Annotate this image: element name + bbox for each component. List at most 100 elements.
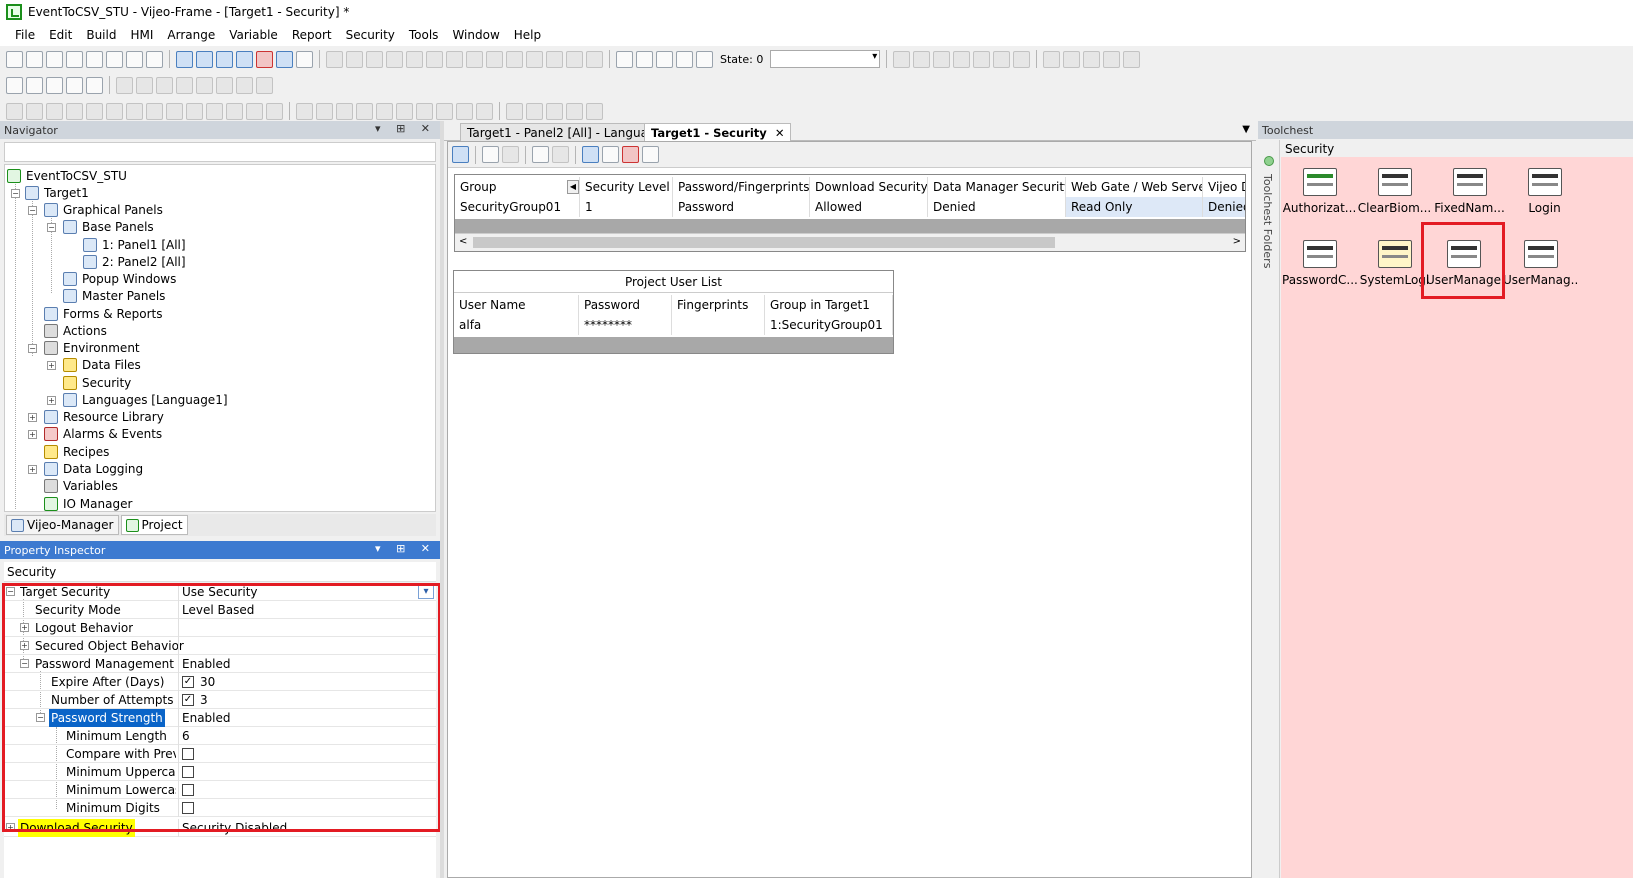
minimum-digits-checkbox[interactable] <box>182 802 194 814</box>
page-icon[interactable] <box>86 76 103 94</box>
header-password[interactable]: Password/Fingerprints <box>673 177 810 197</box>
tree-item-target1[interactable]: Target1 <box>25 184 89 201</box>
picture-icon[interactable] <box>356 102 373 120</box>
window-tool-icon[interactable] <box>456 102 473 120</box>
prop-download-security[interactable]: + Download Security Security Disabled <box>4 819 436 837</box>
open-folder-icon[interactable] <box>26 50 43 68</box>
redo-icon[interactable] <box>136 76 153 94</box>
header-user-name[interactable]: User Name <box>454 295 579 315</box>
scroll-right-icon[interactable]: > <box>1233 236 1241 247</box>
lamp-icon[interactable] <box>316 102 333 120</box>
prop-target-security[interactable]: − Target Security Use Security ▾ <box>4 583 436 601</box>
navigator-panel-controls[interactable]: ▾ ⊞ ✕ <box>375 122 436 135</box>
delete-user-icon[interactable] <box>552 146 569 163</box>
bar-graph-icon[interactable] <box>396 102 413 120</box>
forward-arrow-icon[interactable] <box>26 76 43 94</box>
meter-icon[interactable] <box>376 102 393 120</box>
toolchest-item-clearbiometric[interactable]: ClearBiom... <box>1357 158 1432 228</box>
filter-icon[interactable] <box>636 50 653 68</box>
zoom-out-icon[interactable] <box>546 102 563 120</box>
toolchest-item-login[interactable]: Login <box>1507 158 1582 228</box>
toolchest-item-authorization[interactable]: Authorizat... <box>1282 158 1357 228</box>
tree-item-panel2[interactable]: 2: Panel2 [All] <box>83 253 186 270</box>
stop-icon[interactable] <box>46 76 63 94</box>
refresh-icon[interactable] <box>66 76 83 94</box>
zoom-view-icon[interactable] <box>216 50 233 68</box>
prop-security-mode[interactable]: Security Mode Level Based <box>4 601 436 619</box>
delete-icon[interactable] <box>236 76 253 94</box>
paste-special-icon[interactable] <box>216 76 233 94</box>
tab-project[interactable]: Project <box>120 515 188 535</box>
expand-data-files-icon[interactable]: + <box>47 361 56 370</box>
data-display-icon[interactable] <box>336 102 353 120</box>
add-group-icon[interactable] <box>482 146 499 163</box>
menu-window[interactable]: Window <box>445 28 506 42</box>
dot-icon[interactable] <box>26 102 43 120</box>
layout-view-icon[interactable] <box>236 50 253 68</box>
expand-icon[interactable]: + <box>6 823 15 832</box>
pie-icon[interactable] <box>186 102 203 120</box>
property-inspector-controls[interactable]: ▾ ⊞ ✕ <box>375 542 436 555</box>
format-icon[interactable] <box>893 50 911 68</box>
tree-item-recipes[interactable]: Recipes <box>44 443 109 460</box>
expand-alarms-icon[interactable]: + <box>28 430 37 439</box>
collapse-icon[interactable]: − <box>6 587 15 596</box>
extra-tool-2-icon[interactable] <box>1063 50 1081 68</box>
cut-icon[interactable] <box>156 76 173 94</box>
close-icon[interactable]: ✕ <box>775 126 785 140</box>
menu-report[interactable]: Report <box>285 28 339 42</box>
attempts-checkbox[interactable]: ✓ <box>182 694 194 706</box>
snap-icon[interactable] <box>406 50 423 68</box>
menu-arrange[interactable]: Arrange <box>160 28 222 42</box>
screen-view-icon[interactable] <box>276 50 293 68</box>
header-data-manager[interactable]: Data Manager Security <box>928 177 1066 197</box>
copy-icon[interactable] <box>176 76 193 94</box>
compare-previous-checkbox[interactable] <box>182 748 194 760</box>
collapse-target-icon[interactable]: − <box>11 189 20 198</box>
header-download-security[interactable]: Download Security <box>810 177 928 197</box>
minimum-uppercase-checkbox[interactable] <box>182 766 194 778</box>
expand-icon[interactable]: + <box>20 641 29 650</box>
table-row[interactable]: SecurityGroup01 1 Password Allowed Denie… <box>455 197 1245 217</box>
align-left-icon[interactable] <box>466 50 483 68</box>
extra-tool-1-icon[interactable] <box>1043 50 1061 68</box>
menu-edit[interactable]: Edit <box>42 28 79 42</box>
undo-icon[interactable] <box>116 76 133 94</box>
expand-data-logging-icon[interactable]: + <box>28 465 37 474</box>
panel-splitter[interactable] <box>440 121 444 878</box>
grid-tool-icon[interactable] <box>586 102 603 120</box>
header-web-gate[interactable]: Web Gate / Web Server <box>1066 177 1203 197</box>
tree-item-environment[interactable]: Environment <box>44 339 140 356</box>
toolchest-item-systemlogin[interactable]: SystemLogi <box>1357 230 1432 300</box>
tree-item-panel1[interactable]: 1: Panel1 [All] <box>83 236 186 253</box>
rotate-left-icon[interactable] <box>366 50 383 68</box>
permissions-icon[interactable] <box>642 146 659 163</box>
rectangle-icon[interactable] <box>126 102 143 120</box>
align-center-icon[interactable] <box>486 50 503 68</box>
zoom-in-icon[interactable] <box>526 102 543 120</box>
validate-icon[interactable] <box>86 50 103 68</box>
expand-languages-icon[interactable]: + <box>47 396 56 405</box>
tree-item-languages[interactable]: Languages [Language1] <box>63 391 228 408</box>
tree-item-graphical-panels[interactable]: Graphical Panels <box>44 201 163 218</box>
collapse-base-panels-icon[interactable]: − <box>47 223 56 232</box>
text-tool-icon[interactable] <box>246 102 263 120</box>
toolchest-item-usermanager[interactable]: UserManager <box>1426 230 1501 300</box>
add-user-icon[interactable] <box>532 146 549 163</box>
download-icon[interactable] <box>126 50 143 68</box>
toolchest-folders-label[interactable]: Toolchest Folders <box>1261 174 1274 268</box>
line-icon[interactable] <box>46 102 63 120</box>
toolchest-item-fixedname[interactable]: FixedNam... <box>1432 158 1507 228</box>
simulate-icon[interactable] <box>146 50 163 68</box>
menu-build[interactable]: Build <box>79 28 123 42</box>
tree-item-data-logging[interactable]: Data Logging <box>44 460 143 477</box>
curve-icon[interactable] <box>106 102 123 120</box>
prop-secured-object-behavior[interactable]: + Secured Object Behavior <box>4 637 436 655</box>
prop-password-strength[interactable]: − Password Strength Enabled <box>4 709 436 727</box>
toolchest-item-passwordchange[interactable]: PasswordC... <box>1282 230 1357 300</box>
attempts-value[interactable]: ✓ 3 <box>178 691 436 709</box>
header-vijeo-d[interactable]: Vijeo D <box>1203 177 1245 197</box>
pointer-icon[interactable] <box>6 102 23 120</box>
collapse-panels-icon[interactable]: − <box>28 206 37 215</box>
arrange-back-icon[interactable] <box>953 50 971 68</box>
